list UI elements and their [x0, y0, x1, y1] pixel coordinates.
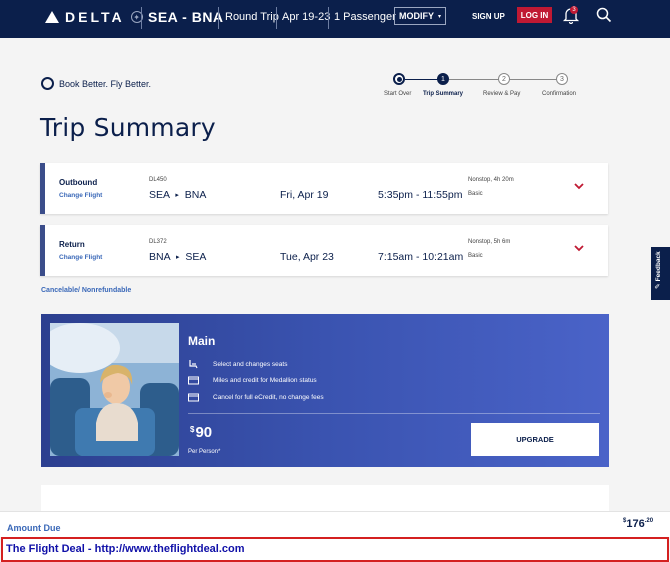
watermark-text: The Flight Deal - http://www.theflightde…	[6, 543, 245, 555]
delta-logo[interactable]: DELTA ✦	[45, 9, 143, 25]
amount-due-label[interactable]: Amount Due	[7, 523, 61, 533]
passenger-count: 1 Passenger	[334, 11, 396, 23]
feature-item: Miles and credit for Medallion status	[188, 375, 317, 385]
edit-icon: ✎	[655, 283, 662, 289]
flight-number: DL450	[149, 177, 167, 183]
step-trip-summary-label: Trip Summary	[423, 91, 464, 97]
trip-route: SEA - BNA	[148, 9, 224, 25]
flight-direction: Outbound	[59, 178, 98, 187]
progress-line	[505, 79, 557, 80]
fare-product-name: Main	[188, 334, 216, 348]
flight-direction: Return	[59, 240, 85, 249]
trip-type: Round Trip	[225, 11, 279, 23]
trip-dates: Apr 19-23	[282, 11, 331, 23]
tagline-text: Book Better. Fly Better.	[59, 78, 152, 89]
nav-divider	[276, 7, 277, 29]
seat-icon	[189, 360, 198, 369]
signup-link[interactable]: SIGN UP	[472, 12, 505, 21]
amount-whole: 176	[626, 518, 645, 530]
card-icon	[188, 376, 199, 385]
feature-text: Select and changes seats	[213, 360, 288, 368]
passenger-photo	[50, 323, 179, 456]
flight-route: SEA ▸ BNA	[149, 189, 206, 201]
flight-date: Tue, Apr 23	[280, 251, 334, 263]
cabin-photo-illustration	[50, 323, 179, 456]
page: DELTA ✦ SEA - BNA Round Trip Apr 19-23 1…	[0, 0, 670, 562]
nav-divider	[141, 7, 142, 29]
step-2-circle: 2	[498, 73, 510, 85]
change-flight-link[interactable]: Change Flight	[59, 192, 102, 199]
nav-divider	[218, 7, 219, 29]
currency-symbol: $	[190, 425, 195, 434]
progress-line	[449, 79, 499, 80]
brand-name: DELTA	[65, 9, 125, 25]
flight-times: 7:15am - 10:21am	[378, 251, 464, 263]
chevron-down-icon[interactable]	[573, 180, 585, 192]
arrow-right-icon: ▸	[175, 192, 179, 199]
feature-text: Miles and credit for Medallion status	[213, 376, 317, 384]
flight-number: DL372	[149, 239, 167, 245]
fare-policy-link[interactable]: Cancelable/ Nonrefundable	[41, 287, 131, 294]
top-nav: DELTA ✦ SEA - BNA Round Trip Apr 19-23 1…	[0, 0, 670, 38]
flight-route: BNA ▸ SEA	[149, 251, 206, 263]
upgrade-button[interactable]: UPGRADE	[471, 423, 599, 456]
upgrade-price: $90	[190, 424, 212, 441]
flight-card-outbound[interactable]: Outbound Change Flight DL450 SEA ▸ BNA F…	[40, 163, 608, 214]
step-review-pay-label: Review & Pay	[483, 91, 521, 97]
fare-class: Basic	[468, 253, 483, 259]
modify-button[interactable]: MODIFY ▾	[394, 7, 446, 25]
page-title: Trip Summary	[40, 113, 216, 142]
fare-class: Basic	[468, 191, 483, 197]
watermark-banner: The Flight Deal - http://www.theflightde…	[1, 537, 669, 562]
globe-logo-icon	[41, 77, 54, 90]
start-over-icon[interactable]	[393, 73, 405, 85]
notification-badge: 3	[570, 6, 578, 14]
per-person-label: Per Person*	[188, 449, 221, 455]
step-1-circle: 1	[437, 73, 449, 85]
flight-duration: Nonstop, 4h 20m	[468, 177, 514, 183]
arrow-right-icon: ▸	[175, 254, 180, 261]
feature-item: Cancel for full eCredit, no change fees	[188, 392, 324, 402]
step-confirmation-label: Confirmation	[542, 91, 577, 97]
price-amount: 90	[195, 424, 213, 441]
flight-times: 5:35pm - 11:55pm	[378, 189, 463, 201]
chevron-down-icon: ▾	[437, 13, 441, 20]
destination-code: SEA	[185, 251, 207, 263]
feedback-tab[interactable]: ✎ Feedback	[651, 247, 670, 300]
chevron-down-icon[interactable]	[573, 242, 585, 254]
delta-widget-icon	[45, 11, 59, 23]
feature-text: Cancel for full eCredit, no change fees	[213, 393, 324, 401]
amount-cents: .20	[644, 518, 654, 524]
feedback-text: Feedback	[655, 251, 662, 282]
flight-date: Fri, Apr 19	[280, 189, 329, 201]
login-button[interactable]: LOG IN	[517, 7, 552, 23]
nav-divider	[328, 7, 329, 29]
tagline: Book Better. Fly Better.	[41, 77, 151, 90]
origin-code: SEA	[149, 189, 170, 201]
step-start-over-label[interactable]: Start Over	[384, 91, 411, 97]
destination-code: BNA	[184, 189, 207, 201]
flight-duration: Nonstop, 5h 6m	[468, 239, 511, 245]
divider	[188, 413, 600, 414]
amount-due-value: $176.20	[623, 518, 653, 530]
booking-progress: 1 2 3 Start Over Trip Summary Review & P…	[381, 73, 591, 103]
main-cabin-upsell: Main Select and changes seats Miles and …	[41, 314, 609, 467]
card-icon	[188, 393, 199, 402]
search-icon[interactable]	[596, 7, 612, 23]
feature-item: Select and changes seats	[188, 359, 287, 369]
step-3-circle: 3	[556, 73, 568, 85]
feedback-label: ✎ Feedback	[654, 251, 662, 289]
amount-due-bar: Amount Due $176.20	[0, 511, 670, 537]
modify-label: MODIFY	[398, 11, 434, 21]
origin-code: BNA	[149, 251, 171, 263]
change-flight-link[interactable]: Change Flight	[59, 254, 102, 261]
flight-card-return[interactable]: Return Change Flight DL372 BNA ▸ SEA Tue…	[40, 225, 608, 276]
